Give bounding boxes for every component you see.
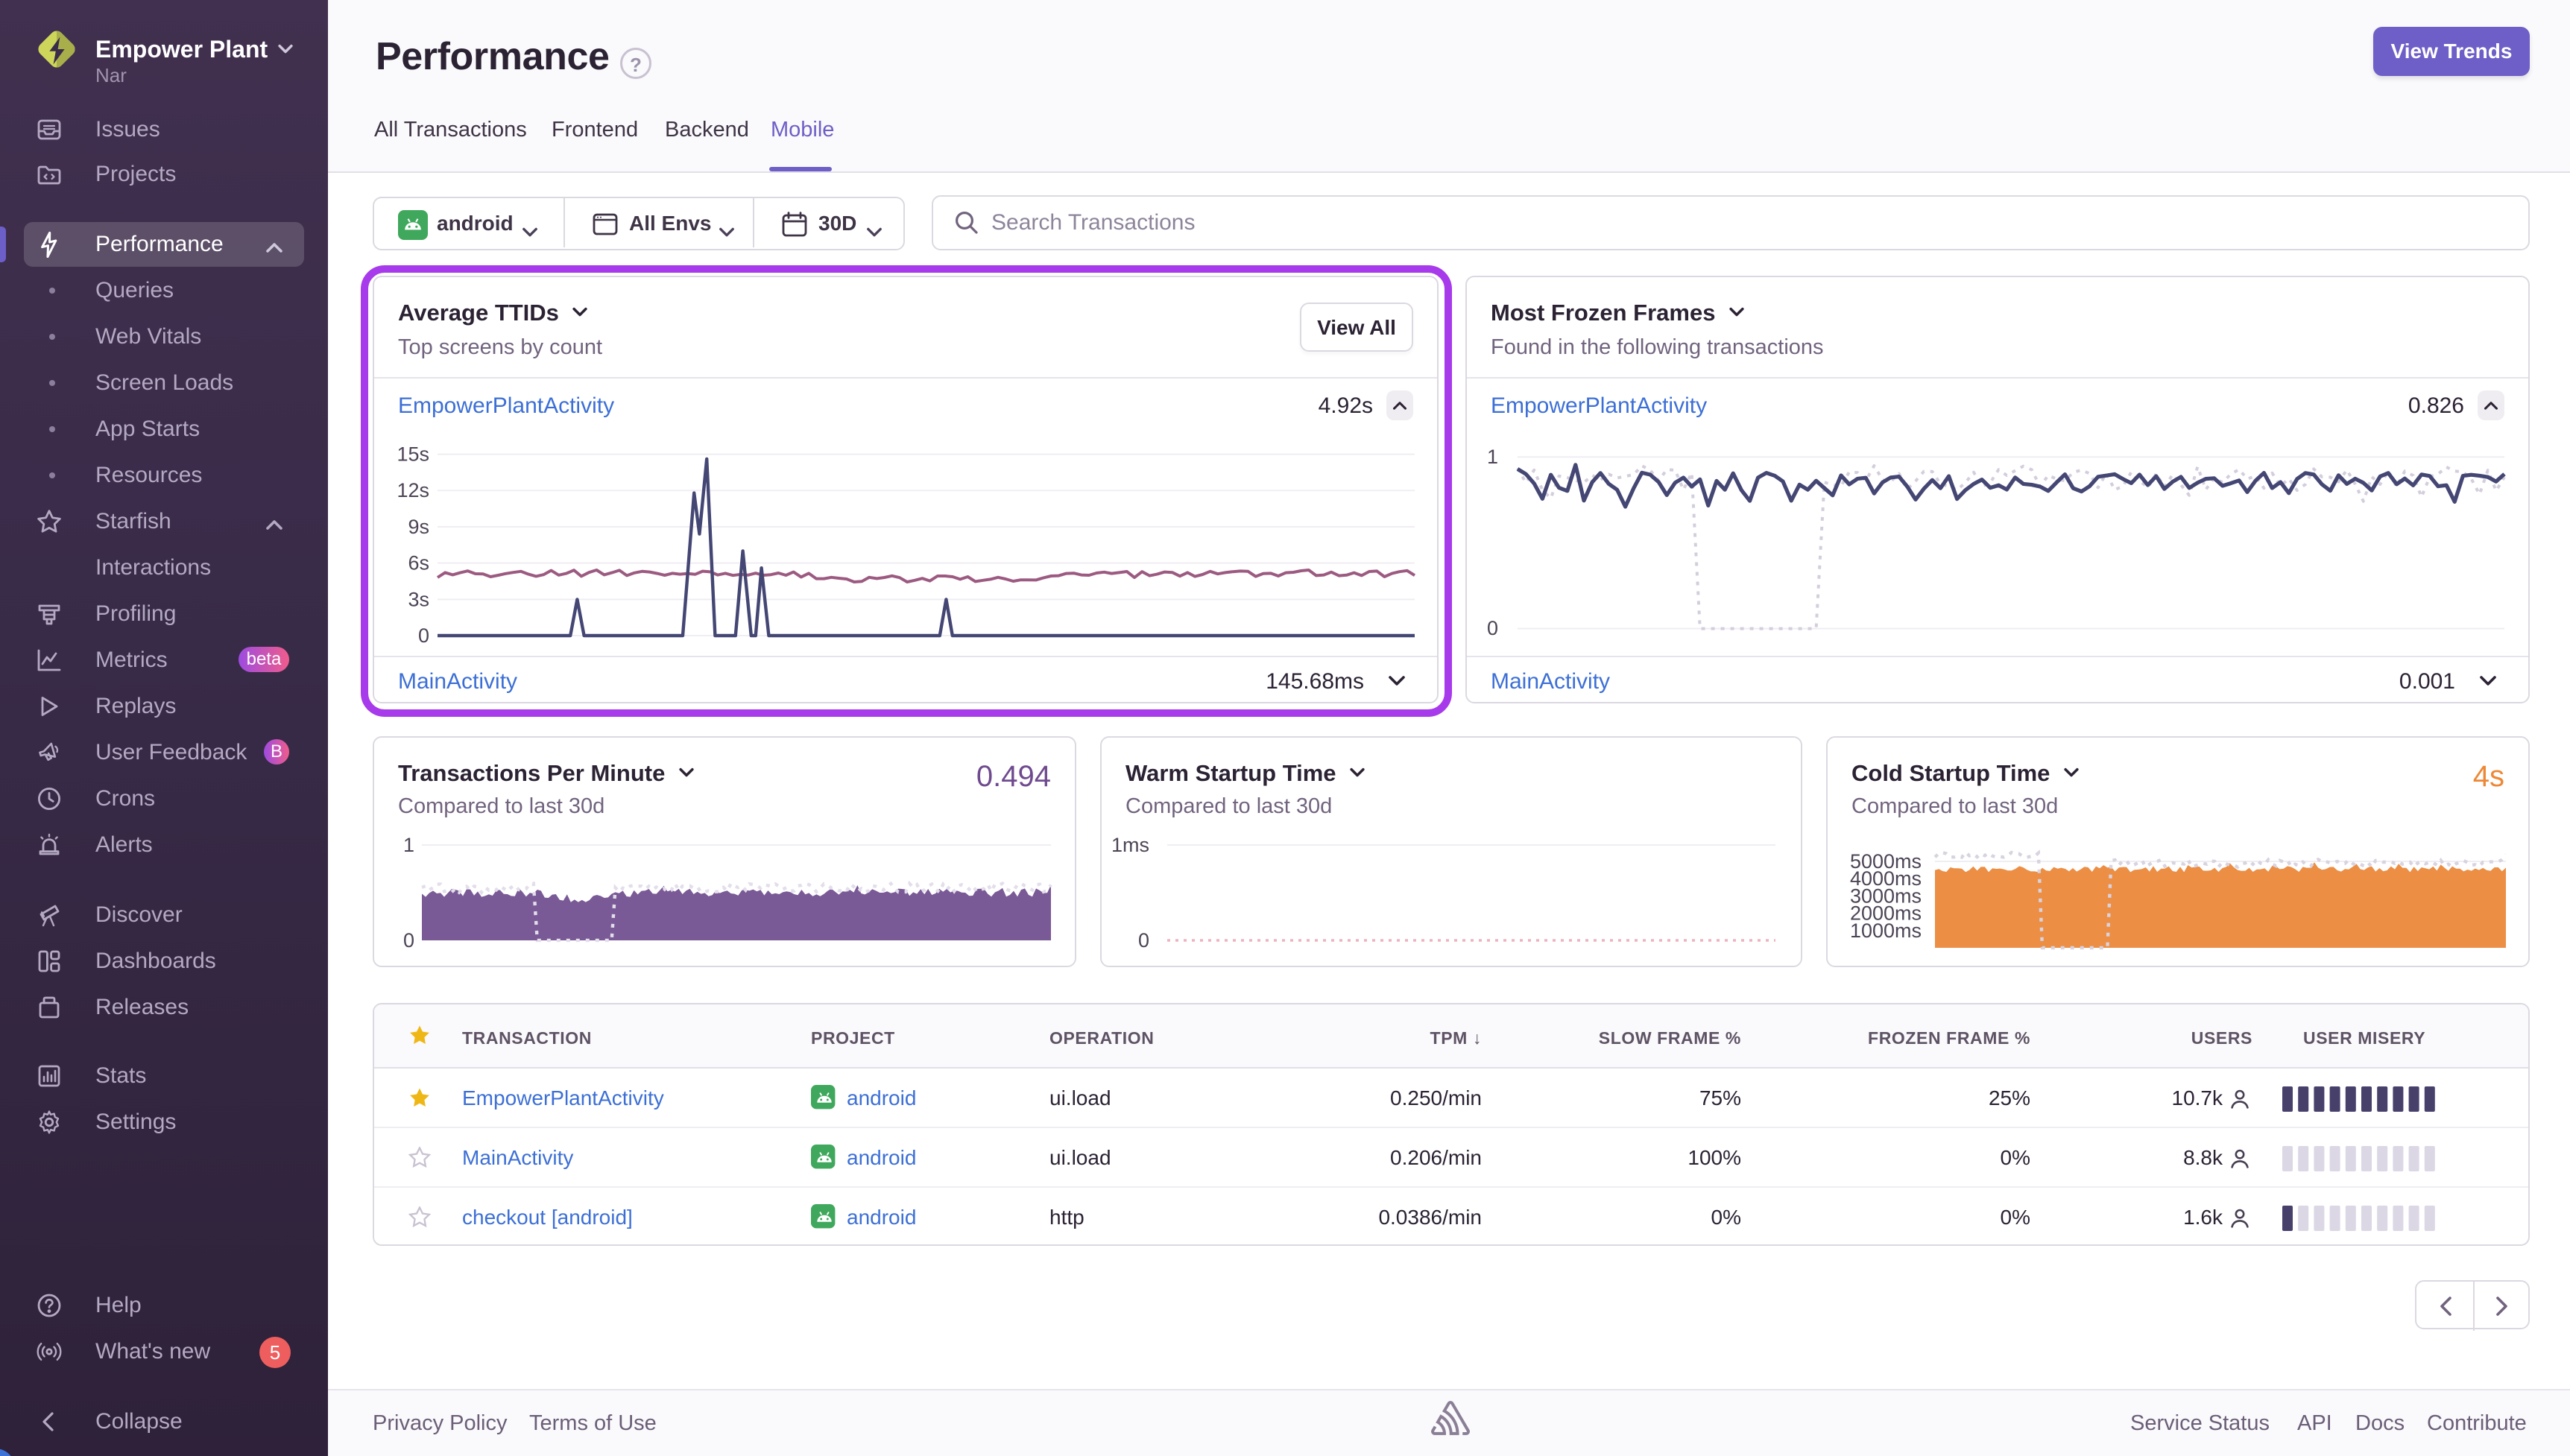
svg-text:1: 1 — [403, 834, 414, 856]
svg-text:0: 0 — [418, 624, 429, 647]
svg-text:12s: 12s — [397, 479, 429, 501]
svg-text:6s: 6s — [408, 552, 429, 575]
svg-text:0: 0 — [403, 929, 414, 952]
svg-text:0: 0 — [1487, 617, 1498, 639]
svg-text:3s: 3s — [408, 588, 429, 610]
svg-text:1000ms: 1000ms — [1850, 920, 1922, 942]
svg-text:1ms: 1ms — [1111, 834, 1149, 856]
svg-text:0: 0 — [1138, 929, 1149, 952]
svg-text:1: 1 — [1487, 446, 1498, 468]
svg-text:15s: 15s — [397, 443, 429, 466]
svg-text:9s: 9s — [408, 516, 429, 538]
